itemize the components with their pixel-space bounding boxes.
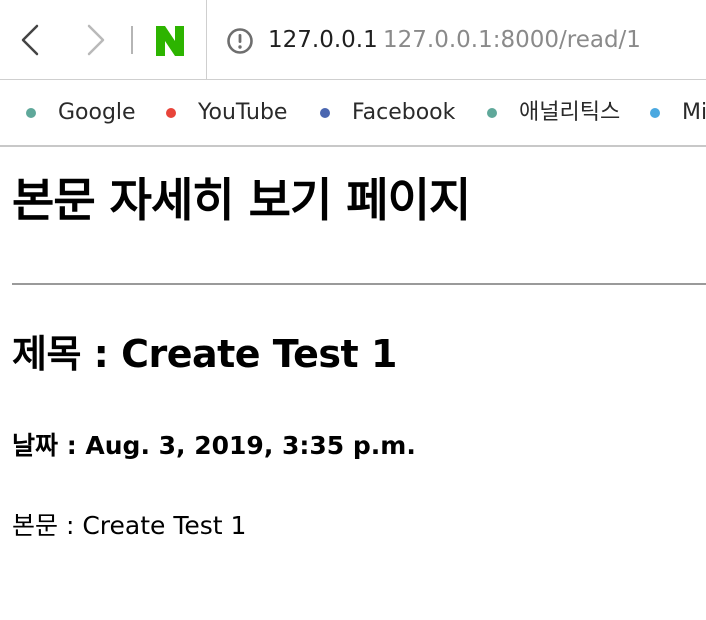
bookmark-dot-icon xyxy=(487,108,497,118)
browser-toolbar: 127.0.0.1 127.0.0.1:8000/read/1 xyxy=(0,0,706,80)
bookmark-dot-icon xyxy=(166,108,176,118)
url-host-text[interactable]: 127.0.0.1 xyxy=(268,24,378,56)
bookmark-label: Mi xyxy=(682,100,706,125)
bookmark-label: Google xyxy=(58,100,136,125)
page-title: 본문 자세히 보기 페이지 xyxy=(12,173,471,227)
bookmark-dot-icon xyxy=(26,108,36,118)
forward-button[interactable] xyxy=(84,22,108,58)
bookmark-dot-icon xyxy=(650,108,660,118)
site-info-icon[interactable] xyxy=(226,27,254,55)
bookmarks-bar: Google YouTube Facebook 애널리틱스 Mi xyxy=(0,80,706,147)
naver-logo-button[interactable] xyxy=(154,24,186,58)
bookmark-dot-icon xyxy=(320,108,330,118)
bookmark-label: Facebook xyxy=(352,100,456,125)
naver-n-icon xyxy=(156,26,184,56)
bookmark-label: 애널리틱스 xyxy=(519,100,621,125)
post-title: 제목 : Create Test 1 xyxy=(12,332,397,376)
horizontal-rule xyxy=(12,283,706,285)
url-full-text[interactable]: 127.0.0.1:8000/read/1 xyxy=(383,24,641,56)
url-bar-divider xyxy=(206,0,207,80)
chevron-right-icon xyxy=(87,24,105,56)
info-circle-icon xyxy=(227,28,253,54)
toolbar-separator xyxy=(131,26,133,54)
back-button[interactable] xyxy=(18,22,42,58)
post-body: 본문 : Create Test 1 xyxy=(12,511,247,540)
chevron-left-icon xyxy=(21,24,39,56)
bookmark-label: YouTube xyxy=(198,100,288,125)
post-date: 날짜 : Aug. 3, 2019, 3:35 p.m. xyxy=(12,431,416,460)
